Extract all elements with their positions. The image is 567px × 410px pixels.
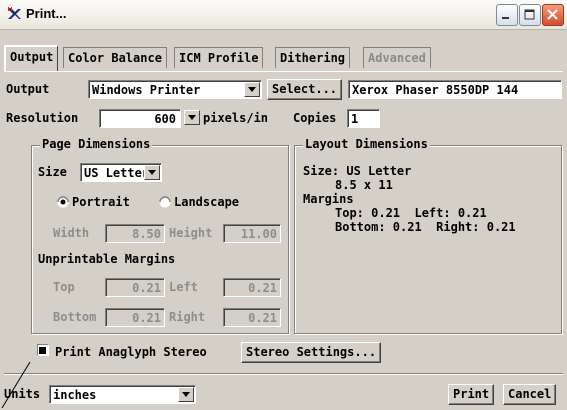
print-dialog: Print... Output Color Balance ICM Profil…	[0, 0, 567, 410]
callout-pointer-line	[1, 361, 31, 409]
